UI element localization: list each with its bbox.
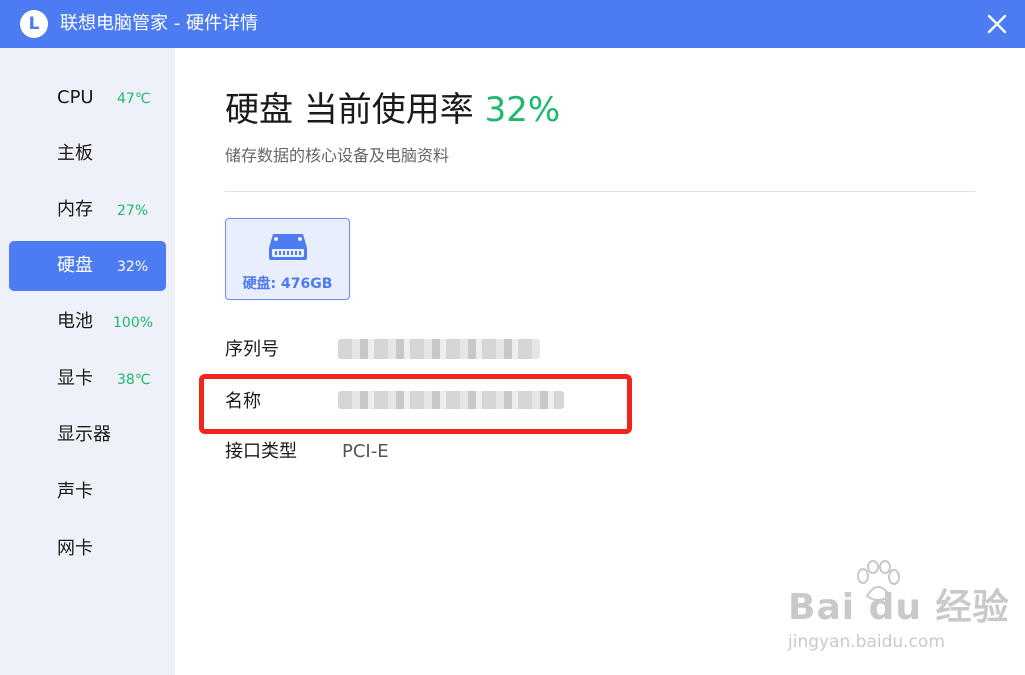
hard-drive-icon bbox=[269, 234, 307, 260]
sidebar-item-label: 主板 bbox=[57, 143, 93, 164]
sidebar-item-gpu[interactable]: 显卡 38℃ bbox=[9, 354, 166, 404]
highlight-annotation bbox=[199, 374, 632, 434]
logo-letter: L bbox=[28, 13, 40, 34]
sidebar-item-value: 38℃ bbox=[117, 372, 151, 388]
interface-type-value: PCI-E bbox=[342, 441, 389, 462]
sidebar-item-value: 100% bbox=[113, 315, 154, 331]
sidebar-item-label: 内存 bbox=[57, 199, 93, 220]
disk-card-label: 硬盘: 476GB bbox=[242, 276, 333, 292]
serial-number-label: 序列号 bbox=[225, 339, 279, 360]
sidebar-item-cpu[interactable]: CPU 47℃ bbox=[9, 73, 166, 123]
divider bbox=[225, 191, 975, 192]
baidu-watermark: Bai du 经验 jingyan.baidu.com bbox=[783, 560, 1009, 660]
lenovo-logo-icon: L bbox=[20, 10, 48, 38]
sidebar-item-label: 硬盘 bbox=[57, 255, 93, 276]
sidebar-item-label: 电池 bbox=[57, 311, 93, 332]
watermark-text: Bai du 经验 bbox=[788, 587, 1010, 628]
interface-type-label: 接口类型 bbox=[225, 441, 297, 462]
close-button[interactable] bbox=[983, 10, 1011, 38]
sidebar-item-display[interactable]: 显示器 bbox=[9, 410, 166, 460]
sidebar: CPU 47℃ 主板 内存 27% 硬盘 32% 电池 100% 显卡 38℃ … bbox=[0, 48, 175, 675]
sidebar-item-value: 47℃ bbox=[117, 91, 151, 107]
sidebar-item-label: 显示器 bbox=[57, 424, 111, 445]
close-icon bbox=[987, 14, 1007, 34]
page-title: 硬盘 当前使用率 32% bbox=[225, 88, 560, 132]
window-title: 联想电脑管家 - 硬件详情 bbox=[60, 13, 258, 34]
usage-percent: 32% bbox=[484, 90, 561, 130]
sidebar-item-sound-card[interactable]: 声卡 bbox=[9, 467, 166, 517]
sidebar-item-memory[interactable]: 内存 27% bbox=[9, 185, 166, 235]
sidebar-item-label: 声卡 bbox=[57, 481, 93, 502]
page-subtitle: 储存数据的核心设备及电脑资料 bbox=[225, 146, 450, 165]
sidebar-item-value: 32% bbox=[117, 259, 149, 275]
sidebar-item-motherboard[interactable]: 主板 bbox=[9, 129, 166, 179]
sidebar-item-label: CPU bbox=[57, 87, 94, 108]
sidebar-item-battery[interactable]: 电池 100% bbox=[9, 297, 166, 347]
serial-number-value-redacted bbox=[338, 339, 540, 359]
title-bar: L 联想电脑管家 - 硬件详情 bbox=[0, 0, 1025, 48]
watermark-url: jingyan.baidu.com bbox=[788, 632, 945, 652]
sidebar-item-network-card[interactable]: 网卡 bbox=[9, 524, 166, 574]
sidebar-item-value: 27% bbox=[117, 203, 149, 219]
sidebar-item-label: 显卡 bbox=[57, 368, 93, 389]
page-title-text: 硬盘 当前使用率 bbox=[225, 90, 474, 130]
sidebar-item-label: 网卡 bbox=[57, 538, 93, 559]
sidebar-item-disk[interactable]: 硬盘 32% bbox=[9, 241, 166, 291]
disk-card[interactable]: 硬盘: 476GB bbox=[225, 218, 350, 300]
